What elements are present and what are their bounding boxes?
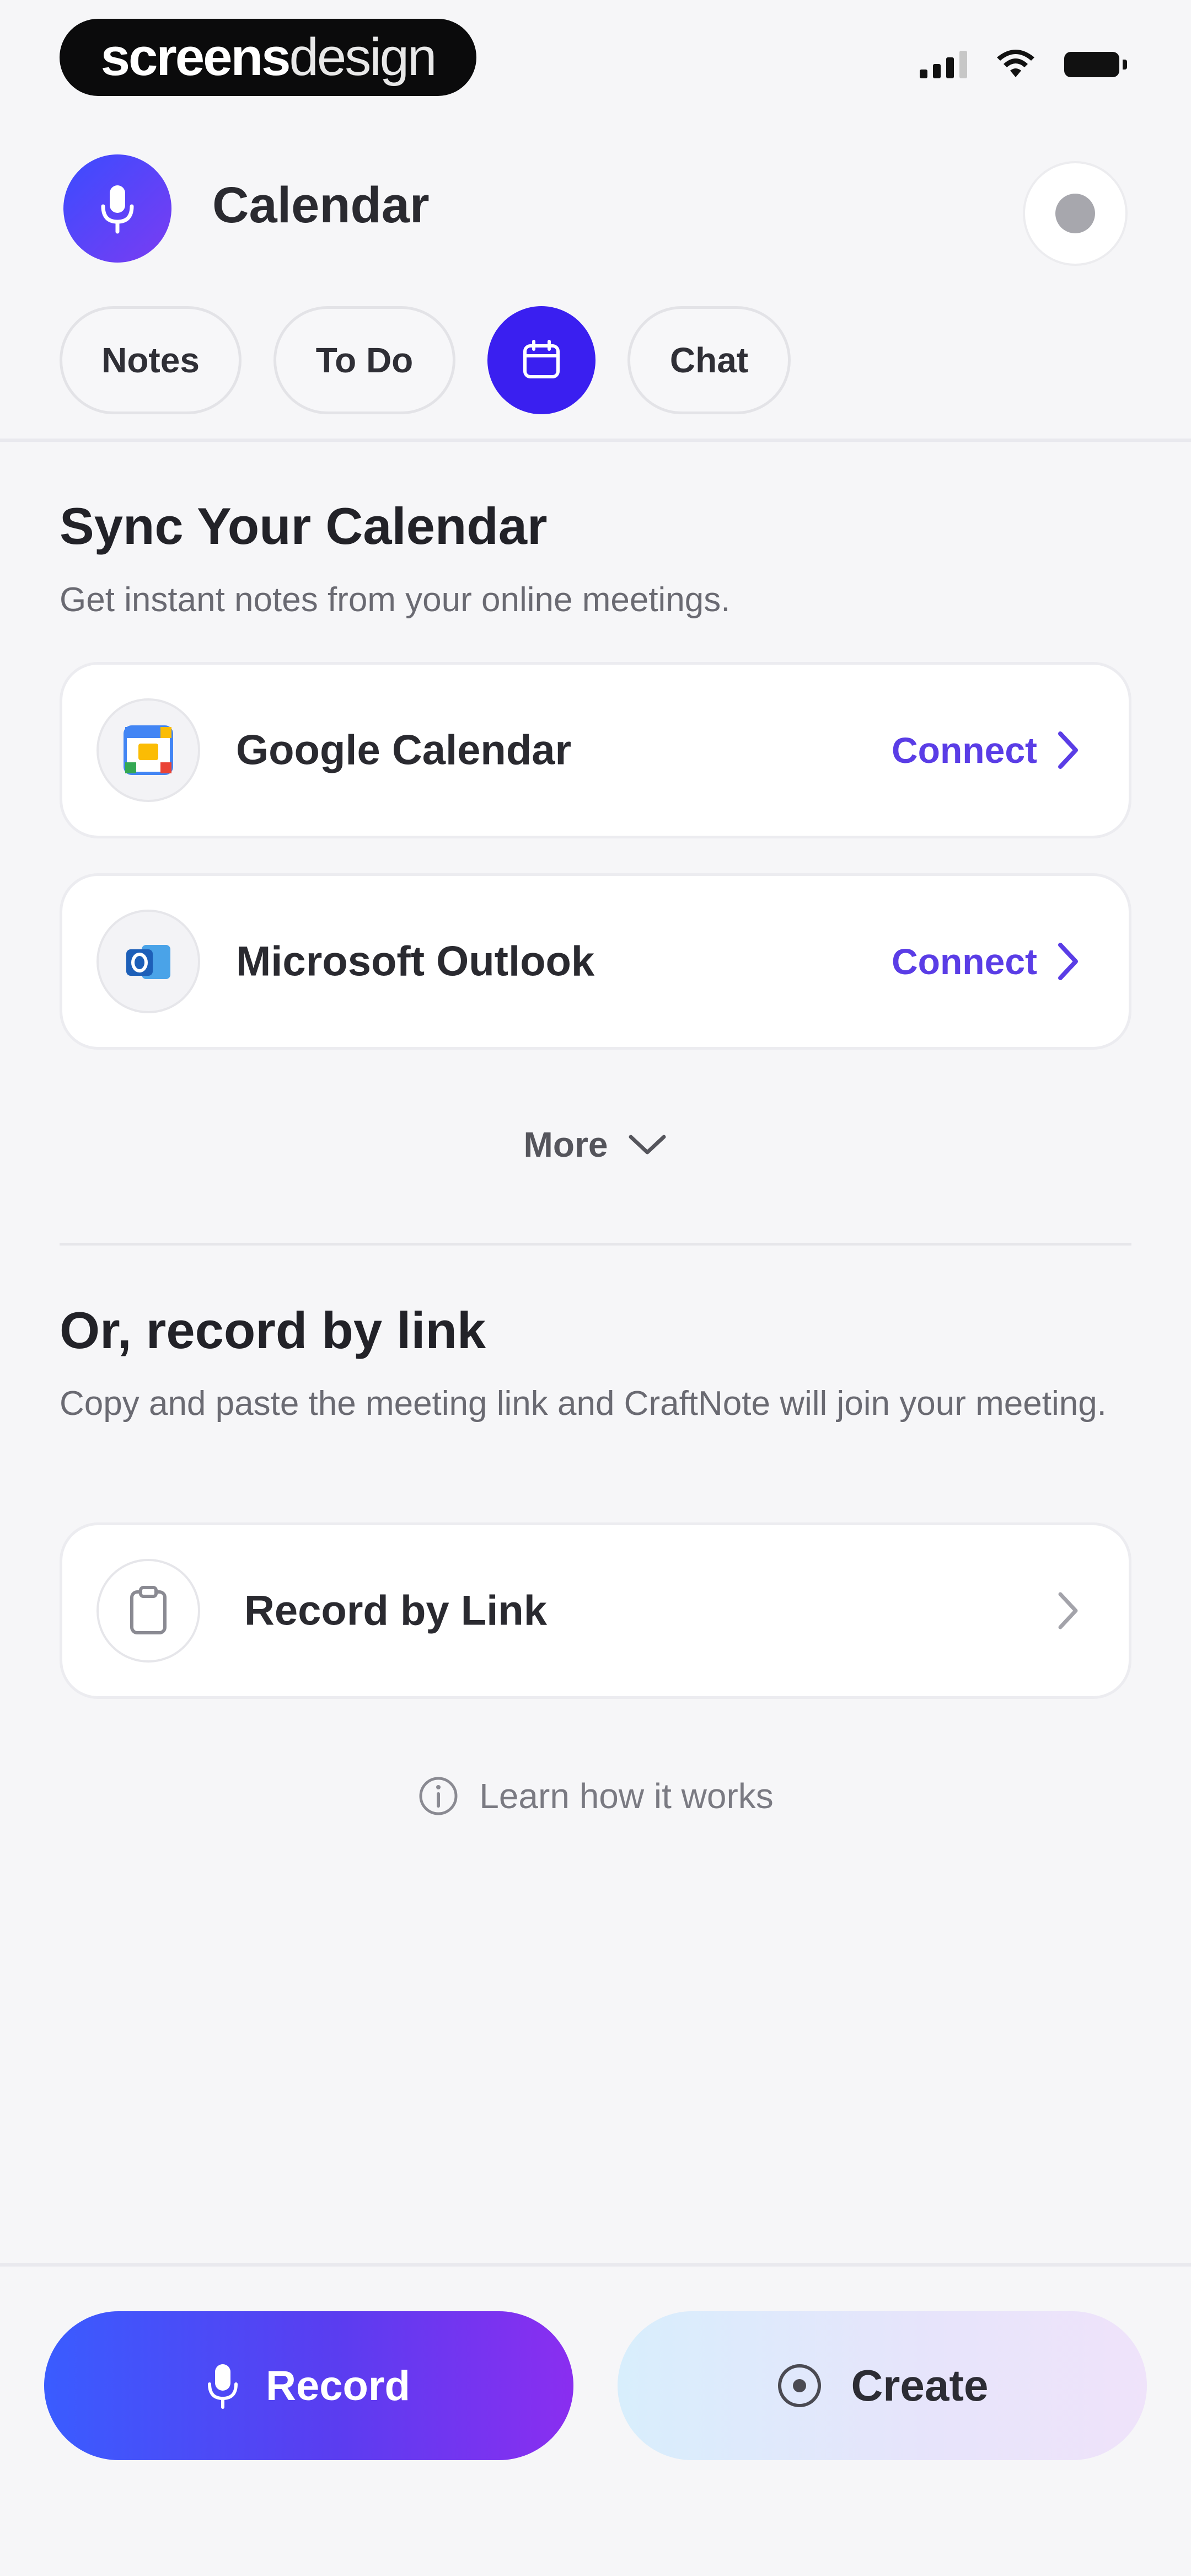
clipboard-icon <box>96 1559 200 1663</box>
battery-icon <box>1064 52 1127 77</box>
google-calendar-label: Google Calendar <box>236 726 572 774</box>
settings-icon <box>1055 194 1095 233</box>
status-bar: screens design <box>0 0 1191 121</box>
chevron-down-icon <box>629 1135 666 1155</box>
settings-button[interactable] <box>1023 161 1128 266</box>
chevron-right-icon <box>1058 1592 1078 1629</box>
calendar-icon <box>523 340 560 378</box>
app-screen: screens design Calendar Notes To Do Chat… <box>0 0 1191 2576</box>
page-title: Calendar <box>212 177 430 233</box>
clipboard-glyph <box>130 1586 167 1634</box>
brand-logo-light: design <box>289 28 437 87</box>
learn-how-label: Learn how it works <box>479 1776 774 1816</box>
header: Calendar <box>0 149 1191 270</box>
google-calendar-icon <box>96 698 200 802</box>
microphone-icon <box>101 185 134 234</box>
more-button[interactable]: More <box>0 1124 1191 1165</box>
record-by-link-label: Record by Link <box>244 1587 547 1634</box>
sync-title: Sync Your Calendar <box>60 497 548 555</box>
more-label: More <box>523 1125 608 1164</box>
wifi-icon <box>997 50 1034 77</box>
record-link-title: Or, record by link <box>60 1301 486 1359</box>
outlook-connect-link[interactable]: Connect <box>892 940 1079 982</box>
info-icon <box>419 1777 458 1815</box>
microsoft-outlook-card[interactable]: Microsoft Outlook Connect <box>60 873 1131 1050</box>
microphone-icon <box>208 2364 238 2409</box>
create-label: Create <box>851 2361 989 2410</box>
google-calendar-card[interactable]: Google Calendar Connect <box>60 662 1131 838</box>
record-button[interactable]: Record <box>44 2311 573 2460</box>
plus-circle-icon <box>778 2364 822 2407</box>
status-icons <box>920 50 1127 79</box>
create-button[interactable]: Create <box>618 2311 1147 2460</box>
record-by-link-chevron <box>1057 1591 1079 1631</box>
chevron-right-icon <box>1058 943 1078 980</box>
sync-subtitle: Get instant notes from your online meeti… <box>60 581 731 619</box>
record-link-subtitle: Copy and paste the meeting link and Craf… <box>60 1385 1107 1423</box>
section-divider <box>60 1243 1131 1246</box>
learn-how-link[interactable]: Learn how it works <box>0 1775 1191 1817</box>
tab-todo[interactable]: To Do <box>273 306 455 414</box>
header-divider <box>0 439 1191 442</box>
microsoft-outlook-label: Microsoft Outlook <box>236 938 595 985</box>
microphone-avatar-icon <box>63 154 171 263</box>
record-label: Record <box>266 2362 410 2409</box>
tab-chat[interactable]: Chat <box>627 306 791 414</box>
tab-calendar[interactable] <box>487 306 596 414</box>
outlook-connect-label: Connect <box>892 941 1037 982</box>
google-connect-label: Connect <box>892 730 1037 771</box>
tab-notes[interactable]: Notes <box>60 306 242 414</box>
brand-logo-bold: screens <box>100 28 291 87</box>
record-by-link-card[interactable]: Record by Link <box>60 1522 1131 1699</box>
brand-logo: screens design <box>60 19 476 96</box>
tab-bar: Notes To Do Chat <box>60 306 791 414</box>
outlook-glyph <box>126 945 170 979</box>
bottom-divider <box>0 2263 1191 2267</box>
chevron-right-icon <box>1058 731 1078 769</box>
outlook-icon <box>96 910 200 1013</box>
google-connect-link[interactable]: Connect <box>892 729 1079 771</box>
signal-icon <box>920 51 967 78</box>
google-calendar-glyph <box>124 725 173 775</box>
